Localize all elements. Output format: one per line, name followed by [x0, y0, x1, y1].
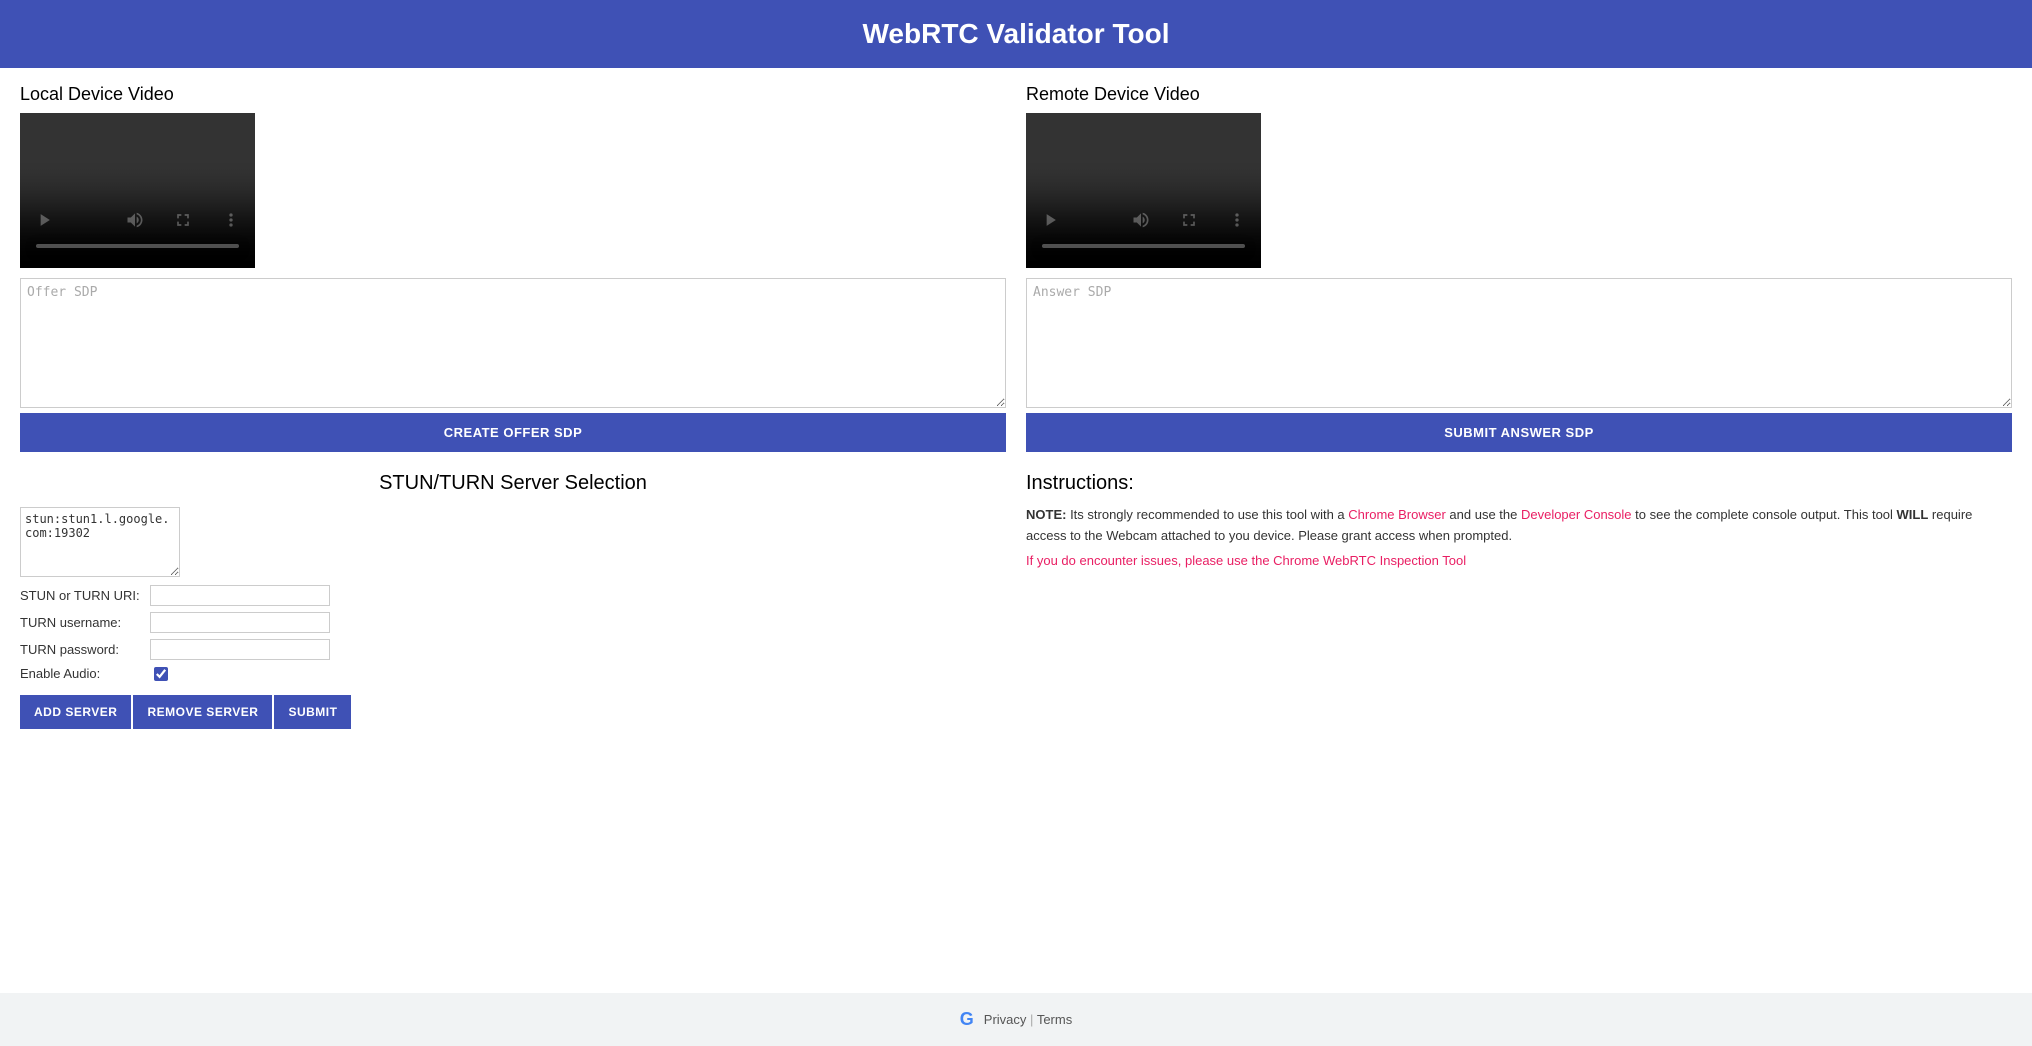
- remote-video: [1026, 113, 1261, 268]
- stun-action-buttons: ADD SERVER REMOVE SERVER SUBMIT: [20, 695, 1006, 729]
- footer-separator: |: [1030, 1012, 1037, 1027]
- will-text: WILL: [1897, 507, 1929, 522]
- page-footer: G Privacy | Terms: [0, 993, 2032, 1046]
- stun-uri-label: STUN or TURN URI:: [20, 588, 150, 603]
- remove-server-button[interactable]: REMOVE SERVER: [133, 695, 272, 729]
- stun-uri-input[interactable]: [150, 585, 330, 606]
- local-col: Local Device Video: [20, 84, 1006, 413]
- main-content: Local Device Video Remote Device Video C…: [0, 68, 2032, 993]
- developer-console-link[interactable]: Developer Console: [1521, 507, 1632, 522]
- page-title: WebRTC Validator Tool: [18, 18, 2014, 50]
- note-text-1: Its strongly recommended to use this too…: [1066, 507, 1348, 522]
- sdp-button-bar: CREATE OFFER SDP SUBMIT ANSWER SDP: [20, 413, 2012, 452]
- local-video-label: Local Device Video: [20, 84, 1006, 105]
- turn-username-label: TURN username:: [20, 615, 150, 630]
- turn-password-row: TURN password:: [20, 639, 1006, 660]
- local-video-container: [20, 113, 1006, 268]
- offer-sdp-textarea[interactable]: [20, 278, 1006, 408]
- stun-section-title: STUN/TURN Server Selection: [20, 472, 1006, 495]
- local-video: [20, 113, 255, 268]
- submit-stun-button[interactable]: SUBMIT: [274, 695, 351, 729]
- answer-sdp-textarea[interactable]: [1026, 278, 2012, 408]
- google-logo: G: [960, 1009, 974, 1030]
- note-text-2: and use the: [1446, 507, 1521, 522]
- video-sdp-row: Local Device Video Remote Device Video: [20, 84, 2012, 413]
- enable-audio-row: Enable Audio:: [20, 666, 1006, 681]
- bottom-section: STUN/TURN Server Selection stun:stun1.l.…: [20, 472, 2012, 729]
- remote-col: Remote Device Video: [1026, 84, 2012, 413]
- instructions-title: Instructions:: [1026, 472, 2012, 495]
- footer-links: Privacy | Terms: [984, 1012, 1072, 1027]
- turn-username-input[interactable]: [150, 612, 330, 633]
- page-header: WebRTC Validator Tool: [0, 0, 2032, 68]
- create-offer-col: CREATE OFFER SDP: [20, 413, 1006, 452]
- chrome-browser-link[interactable]: Chrome Browser: [1348, 507, 1446, 522]
- enable-audio-checkbox[interactable]: [154, 667, 168, 681]
- note-label: NOTE:: [1026, 507, 1066, 522]
- terms-link[interactable]: Terms: [1037, 1012, 1072, 1027]
- turn-username-row: TURN username:: [20, 612, 1006, 633]
- note-text-3: to see the complete console output. This…: [1632, 507, 1897, 522]
- inspection-line: If you do encounter issues, please use t…: [1026, 551, 2012, 572]
- stun-turn-section: STUN/TURN Server Selection stun:stun1.l.…: [20, 472, 1006, 729]
- turn-password-label: TURN password:: [20, 642, 150, 657]
- instructions-body: NOTE: Its strongly recommended to use th…: [1026, 505, 2012, 571]
- submit-answer-button[interactable]: SUBMIT ANSWER SDP: [1026, 413, 2012, 452]
- enable-audio-label: Enable Audio:: [20, 666, 150, 681]
- remote-video-container: [1026, 113, 2012, 268]
- add-server-button[interactable]: ADD SERVER: [20, 695, 131, 729]
- submit-answer-col: SUBMIT ANSWER SDP: [1026, 413, 2012, 452]
- google-g-icon: G: [960, 1009, 974, 1030]
- stun-uri-row: STUN or TURN URI:: [20, 585, 1006, 606]
- instructions-section: Instructions: NOTE: Its strongly recomme…: [1026, 472, 2012, 729]
- remote-video-label: Remote Device Video: [1026, 84, 2012, 105]
- privacy-link[interactable]: Privacy: [984, 1012, 1027, 1027]
- create-offer-button[interactable]: CREATE OFFER SDP: [20, 413, 1006, 452]
- turn-password-input[interactable]: [150, 639, 330, 660]
- stun-server-list[interactable]: stun:stun1.l.google.com:19302: [20, 507, 180, 577]
- line2-prefix: If you do encounter issues, please use t…: [1026, 553, 1273, 568]
- inspection-tool-link[interactable]: Chrome WebRTC Inspection Tool: [1273, 553, 1466, 568]
